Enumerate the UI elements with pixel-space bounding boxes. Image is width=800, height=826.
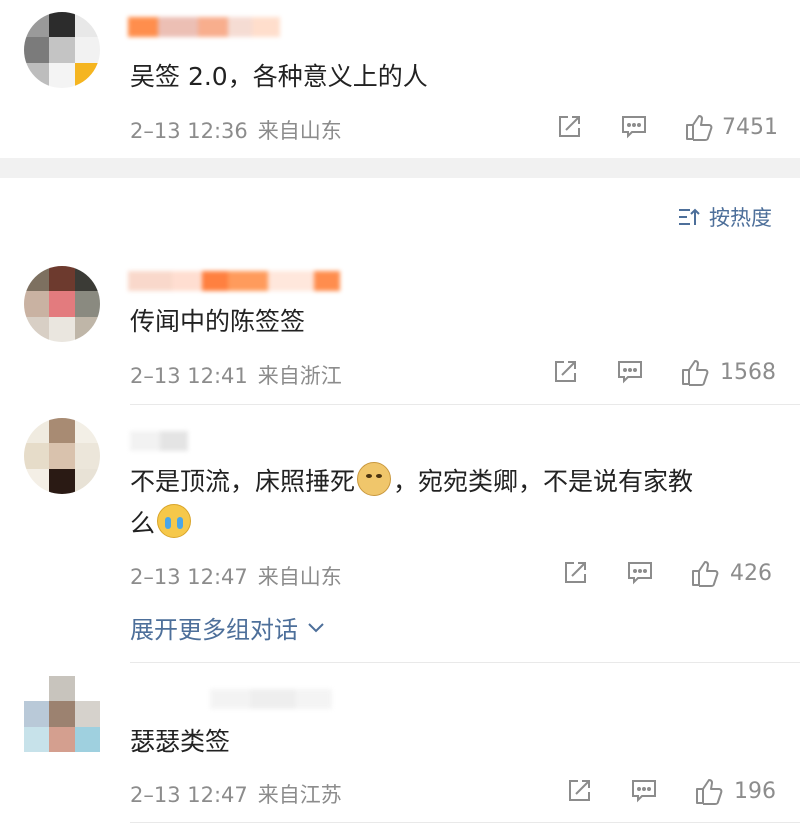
like-icon bbox=[686, 115, 713, 141]
divider bbox=[130, 404, 800, 405]
comment-icon bbox=[632, 780, 656, 803]
doge-emoji-icon bbox=[357, 462, 392, 496]
comment-icon bbox=[622, 116, 646, 139]
like-button[interactable]: 7451 bbox=[684, 112, 778, 142]
divider bbox=[130, 822, 800, 823]
comment-date: 2–13 12:41 bbox=[130, 364, 248, 388]
share-button[interactable] bbox=[562, 560, 588, 586]
comment-location: 来自山东 bbox=[257, 565, 342, 589]
share-button[interactable] bbox=[556, 114, 582, 140]
like-icon bbox=[682, 360, 709, 386]
comment-text: 不是顶流，床照捶死 ，宛宛类卿，不是说有家教 bbox=[130, 462, 693, 502]
like-button[interactable]: 426 bbox=[690, 558, 772, 588]
comment-icon bbox=[618, 361, 642, 384]
like-count: 1568 bbox=[720, 359, 776, 385]
crying-emoji-icon bbox=[157, 504, 192, 538]
username-blurred[interactable] bbox=[130, 428, 188, 454]
comment-date: 2–13 12:36 bbox=[130, 119, 248, 143]
comment-text: 瑟瑟类签 bbox=[130, 727, 231, 756]
reply-button[interactable] bbox=[616, 359, 644, 385]
comment-text-part: ，宛宛类卿，不是说有家教 bbox=[393, 467, 694, 496]
comment-date: 2–13 12:47 bbox=[130, 783, 248, 807]
comment-meta: 2–13 12:47 来自江苏 bbox=[130, 779, 342, 809]
reply-button[interactable] bbox=[626, 560, 654, 586]
sort-toggle[interactable]: 按热度 bbox=[677, 202, 772, 232]
username-blurred[interactable] bbox=[128, 14, 280, 40]
comment-text-part: 么 bbox=[130, 509, 156, 538]
avatar[interactable] bbox=[24, 418, 100, 494]
username-blurred[interactable] bbox=[210, 686, 332, 712]
avatar[interactable] bbox=[24, 266, 100, 342]
avatar[interactable] bbox=[24, 676, 100, 752]
like-icon bbox=[696, 779, 723, 805]
comment-meta: 2–13 12:36 来自山东 bbox=[130, 115, 342, 145]
comment-text-part: 不是顶流，床照捶死 bbox=[130, 467, 356, 496]
like-icon bbox=[692, 561, 719, 587]
comment-location: 来自浙江 bbox=[257, 364, 342, 388]
reply-button[interactable] bbox=[630, 778, 658, 804]
expand-replies-link[interactable]: 展开更多组对话 bbox=[130, 610, 326, 645]
comment-meta: 2–13 12:47 来自山东 bbox=[130, 561, 342, 591]
share-icon bbox=[565, 562, 586, 583]
comment-text: 吴签 2.0，各种意义上的人 bbox=[130, 62, 428, 91]
username-blurred[interactable] bbox=[128, 268, 340, 294]
like-count: 196 bbox=[734, 778, 776, 804]
expand-label: 展开更多组对话 bbox=[130, 616, 298, 644]
comment-icon bbox=[628, 562, 652, 585]
sort-icon bbox=[679, 208, 700, 225]
comment-text-line2: 么 bbox=[130, 504, 193, 544]
comment-location: 来自江苏 bbox=[257, 783, 342, 807]
like-button[interactable]: 196 bbox=[694, 776, 776, 806]
share-icon bbox=[559, 116, 580, 137]
like-button[interactable]: 1568 bbox=[680, 357, 776, 387]
comment-text: 传闻中的陈签签 bbox=[130, 307, 306, 336]
chevron-down-icon bbox=[308, 622, 324, 632]
section-separator bbox=[0, 158, 800, 178]
share-button[interactable] bbox=[566, 778, 592, 804]
comment-location: 来自山东 bbox=[257, 119, 342, 143]
comment-meta: 2–13 12:41 来自浙江 bbox=[130, 360, 342, 390]
divider bbox=[130, 662, 800, 663]
share-button[interactable] bbox=[552, 359, 578, 385]
reply-button[interactable] bbox=[620, 114, 648, 140]
like-count: 426 bbox=[730, 560, 772, 586]
comment-date: 2–13 12:47 bbox=[130, 565, 248, 589]
share-icon bbox=[569, 780, 590, 801]
sort-label: 按热度 bbox=[709, 206, 772, 230]
like-count: 7451 bbox=[722, 114, 778, 140]
avatar[interactable] bbox=[24, 12, 100, 88]
share-icon bbox=[555, 361, 576, 382]
